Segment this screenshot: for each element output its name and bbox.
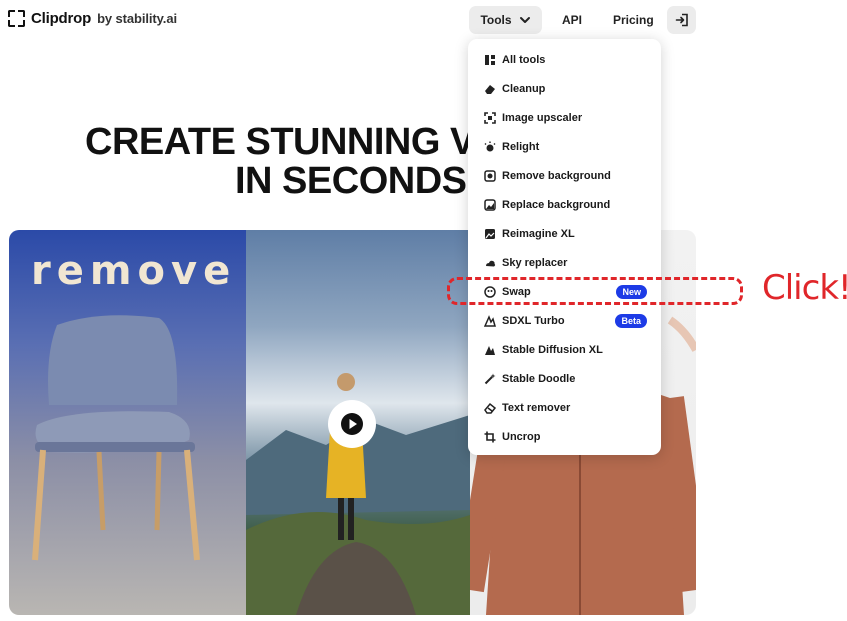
menu-item-label: Stable Doodle bbox=[502, 372, 576, 385]
brand-name: Clipdrop bbox=[31, 10, 92, 27]
relight-icon bbox=[484, 141, 496, 151]
hero-title-line-1: CREATE STUNNING V bbox=[85, 121, 475, 163]
replace-bg-icon bbox=[484, 198, 496, 211]
click-highlight-box bbox=[447, 277, 743, 305]
remove-bg-icon bbox=[484, 169, 496, 182]
menu-item-label: SDXL Turbo bbox=[502, 314, 565, 327]
menu-item-label: All tools bbox=[502, 53, 546, 66]
menu-item-cleanup[interactable]: Cleanup bbox=[468, 74, 661, 103]
menu-item-label: Replace background bbox=[502, 198, 611, 211]
upscale-icon bbox=[484, 111, 496, 124]
reimagine-icon bbox=[485, 228, 495, 239]
menu-item-label: Stable Diffusion XL bbox=[502, 343, 603, 356]
menu-item-replace-background[interactable]: Replace background bbox=[468, 190, 661, 219]
all-tools-icon bbox=[485, 54, 495, 65]
hero-title-line-2: IN SECONDS bbox=[235, 160, 467, 202]
menu-item-label: Image upscaler bbox=[502, 111, 583, 124]
tools-menu-button[interactable]: Tools bbox=[469, 6, 542, 34]
remove-overlay-text: remove bbox=[31, 248, 237, 294]
menu-item-label: Text remover bbox=[502, 401, 571, 414]
menu-item-image-upscaler[interactable]: Image upscaler bbox=[468, 103, 661, 132]
menu-item-label: Uncrop bbox=[502, 430, 541, 443]
login-button[interactable] bbox=[667, 6, 696, 34]
menu-item-label: Cleanup bbox=[502, 82, 546, 95]
play-button[interactable] bbox=[328, 400, 376, 448]
crop-icon bbox=[484, 431, 496, 442]
tools-label: Tools bbox=[480, 13, 512, 27]
sky-icon bbox=[486, 260, 496, 266]
menu-item-uncrop[interactable]: Uncrop bbox=[468, 422, 661, 451]
click-annotation-text: Click! bbox=[762, 268, 847, 308]
login-icon bbox=[675, 13, 688, 27]
clipdrop-logo[interactable]: Clipdrop by stability.ai bbox=[8, 10, 177, 27]
menu-item-reimagine-xl[interactable]: Reimagine XL bbox=[468, 219, 661, 248]
menu-item-stable-doodle[interactable]: Stable Doodle bbox=[468, 364, 661, 393]
wand-icon bbox=[484, 373, 496, 384]
menu-item-relight[interactable]: Relight bbox=[468, 132, 661, 161]
text-remover-icon bbox=[484, 402, 496, 414]
menu-item-text-remover[interactable]: Text remover bbox=[468, 393, 661, 422]
brand-byline: by stability.ai bbox=[97, 11, 177, 26]
menu-item-all-tools[interactable]: All tools bbox=[468, 45, 661, 74]
top-nav: Tools API Pricing bbox=[469, 6, 696, 34]
nav-pricing-link[interactable]: Pricing bbox=[613, 13, 654, 27]
eraser-icon bbox=[485, 84, 495, 94]
menu-item-label: Sky replacer bbox=[502, 256, 568, 269]
menu-item-label: Relight bbox=[502, 140, 540, 153]
menu-item-sky-replacer[interactable]: Sky replacer bbox=[468, 248, 661, 277]
beta-badge: Beta bbox=[615, 314, 647, 328]
tools-dropdown-menu: All tools Cleanup Image upscaler Relight… bbox=[468, 39, 661, 455]
menu-item-label: Reimagine XL bbox=[502, 227, 575, 240]
menu-item-label: Remove background bbox=[502, 169, 611, 182]
chevron-down-icon bbox=[519, 17, 530, 23]
menu-item-stable-diffusion-xl[interactable]: Stable Diffusion XL bbox=[468, 335, 661, 364]
play-icon bbox=[341, 413, 363, 435]
menu-item-sdxl-turbo[interactable]: SDXL Turbo Beta bbox=[468, 306, 661, 335]
turbo-icon bbox=[484, 314, 496, 327]
clipdrop-logo-icon bbox=[8, 10, 25, 27]
nav-api-link[interactable]: API bbox=[562, 13, 582, 27]
menu-item-remove-background[interactable]: Remove background bbox=[468, 161, 661, 190]
diffusion-icon bbox=[485, 345, 495, 355]
